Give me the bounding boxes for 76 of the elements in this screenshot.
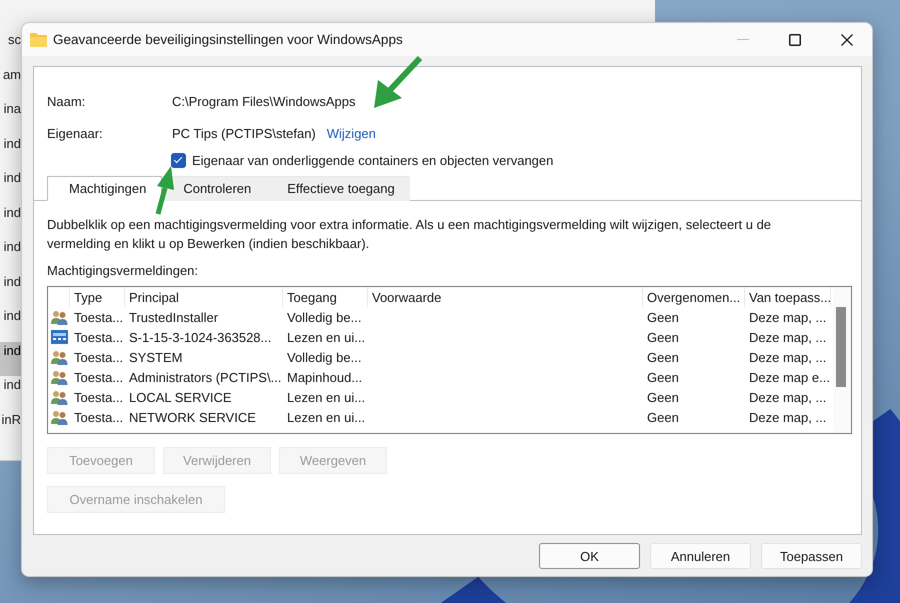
column-header[interactable]: Toegang	[283, 287, 368, 307]
table-cell-text: Geen	[646, 409, 680, 427]
background-list-item[interactable]: sc	[0, 31, 21, 66]
dialog-button[interactable]: Annuleren	[650, 543, 751, 569]
background-list-item[interactable]: inR	[0, 410, 21, 445]
background-list-item[interactable]: ind	[0, 342, 21, 376]
table-cell-text: Lezen en ui...	[286, 389, 366, 407]
table-cell-text: Deze map, ...	[748, 349, 828, 367]
background-list-item[interactable]: ind	[0, 307, 21, 342]
table-cell-text: TrustedInstaller	[128, 309, 220, 327]
close-icon[interactable]	[841, 34, 853, 46]
field-label: Eigenaar:	[47, 126, 104, 140]
tab[interactable]: Controleren	[162, 176, 266, 201]
table-cell-text: Geen	[646, 349, 680, 367]
background-list-item[interactable]: ind	[0, 238, 21, 272]
maximize-icon[interactable]	[789, 34, 801, 46]
table-cell-text: Geen	[646, 309, 680, 327]
list-label: Machtigingsvermeldingen:	[47, 263, 200, 278]
table-cell-text: Volledig be...	[286, 309, 362, 327]
table-cell-text: Deze map, ...	[748, 309, 828, 327]
field-value: PC Tips (PCTIPS\stefan)	[172, 126, 316, 140]
table-cell-text: Toesta...	[73, 309, 124, 327]
background-list-item[interactable]: ind	[0, 204, 21, 238]
table-cell-text: Volledig be...	[286, 349, 362, 367]
table-cell-text: S-1-15-3-1024-363528...	[128, 329, 272, 347]
field-value: C:\Program Files\WindowsApps	[172, 94, 356, 108]
table-cell-text: Geen	[646, 329, 680, 347]
background-list-item[interactable]: ind	[0, 376, 21, 410]
checkbox-label: Eigenaar van onderliggende containers en objecten vervangen	[192, 152, 554, 168]
users-icon	[50, 370, 68, 384]
background-list-item[interactable]: ind	[0, 272, 21, 307]
column-header[interactable]: Principal	[125, 287, 283, 307]
field-label: Naam:	[47, 94, 86, 108]
annotation-arrow	[374, 56, 422, 108]
app-package-icon	[50, 330, 68, 344]
description-text: Dubbelklik op een machtigingsvermelding voor extra informatie. Als u een machtigingsvermelding wilt wijzigen, selecteert u de vermelding en klikt u op Bewerken (indien beschikbaar).	[47, 216, 772, 253]
dialog-button[interactable]: OK	[539, 543, 640, 569]
column-header[interactable]: Voorwaarde	[368, 287, 643, 307]
column-header[interactable]: Van toepass...	[745, 287, 831, 307]
table-cell-text: LOCAL SERVICE	[128, 389, 233, 407]
table-cell-text: Deze map, ...	[748, 409, 828, 427]
table-cell-text: Geen	[646, 369, 680, 387]
folder-icon	[30, 32, 47, 46]
table-cell-text: Lezen en ui...	[286, 409, 366, 427]
table-cell-text: Toesta...	[73, 389, 124, 407]
table-cell-text: Deze map, ...	[748, 329, 828, 347]
dialog-button[interactable]: Toepassen	[761, 543, 862, 569]
table-cell-text: NETWORK SERVICE	[128, 409, 257, 427]
table-cell-text: SYSTEM	[128, 349, 184, 367]
table-cell-text: Toesta...	[73, 369, 124, 387]
background-list-item[interactable]: ina	[0, 100, 21, 134]
change-link[interactable]: Wijzigen	[326, 126, 376, 140]
column-header[interactable]: Type	[70, 287, 125, 307]
background-list-item[interactable]: am	[0, 66, 21, 100]
users-icon	[50, 310, 68, 324]
table-cell-text: Geen	[646, 389, 680, 407]
table-cell-text: Toesta...	[73, 349, 124, 367]
users-icon	[50, 390, 68, 404]
annotation-arrow	[156, 166, 174, 215]
table-cell-text: Toesta...	[73, 329, 124, 347]
column-header[interactable]: Overgenomen...	[643, 287, 745, 307]
scrollbar-thumb[interactable]	[836, 307, 846, 387]
tab[interactable]: Machtigingen	[47, 176, 162, 201]
checkbox[interactable]	[171, 152, 186, 168]
background-list-item[interactable]: ind	[0, 169, 21, 204]
users-icon	[50, 410, 68, 424]
table-cell-text: Toesta...	[73, 409, 124, 427]
table-cell-text: Mapinhoud...	[286, 369, 364, 387]
table-cell-text: Lezen en ui...	[286, 329, 366, 347]
table-cell-text: Administrators (PCTIPS\...	[128, 369, 282, 387]
users-icon	[50, 350, 68, 364]
background-list-item[interactable]: ind	[0, 134, 21, 169]
table-cell-text: Deze map, ...	[748, 389, 828, 407]
window-title: Geavanceerde beveiligingsinstellingen voor WindowsApps	[53, 32, 404, 47]
table-cell-text: Deze map e...	[748, 369, 831, 387]
tab[interactable]: Effectieve toegang	[266, 176, 410, 201]
